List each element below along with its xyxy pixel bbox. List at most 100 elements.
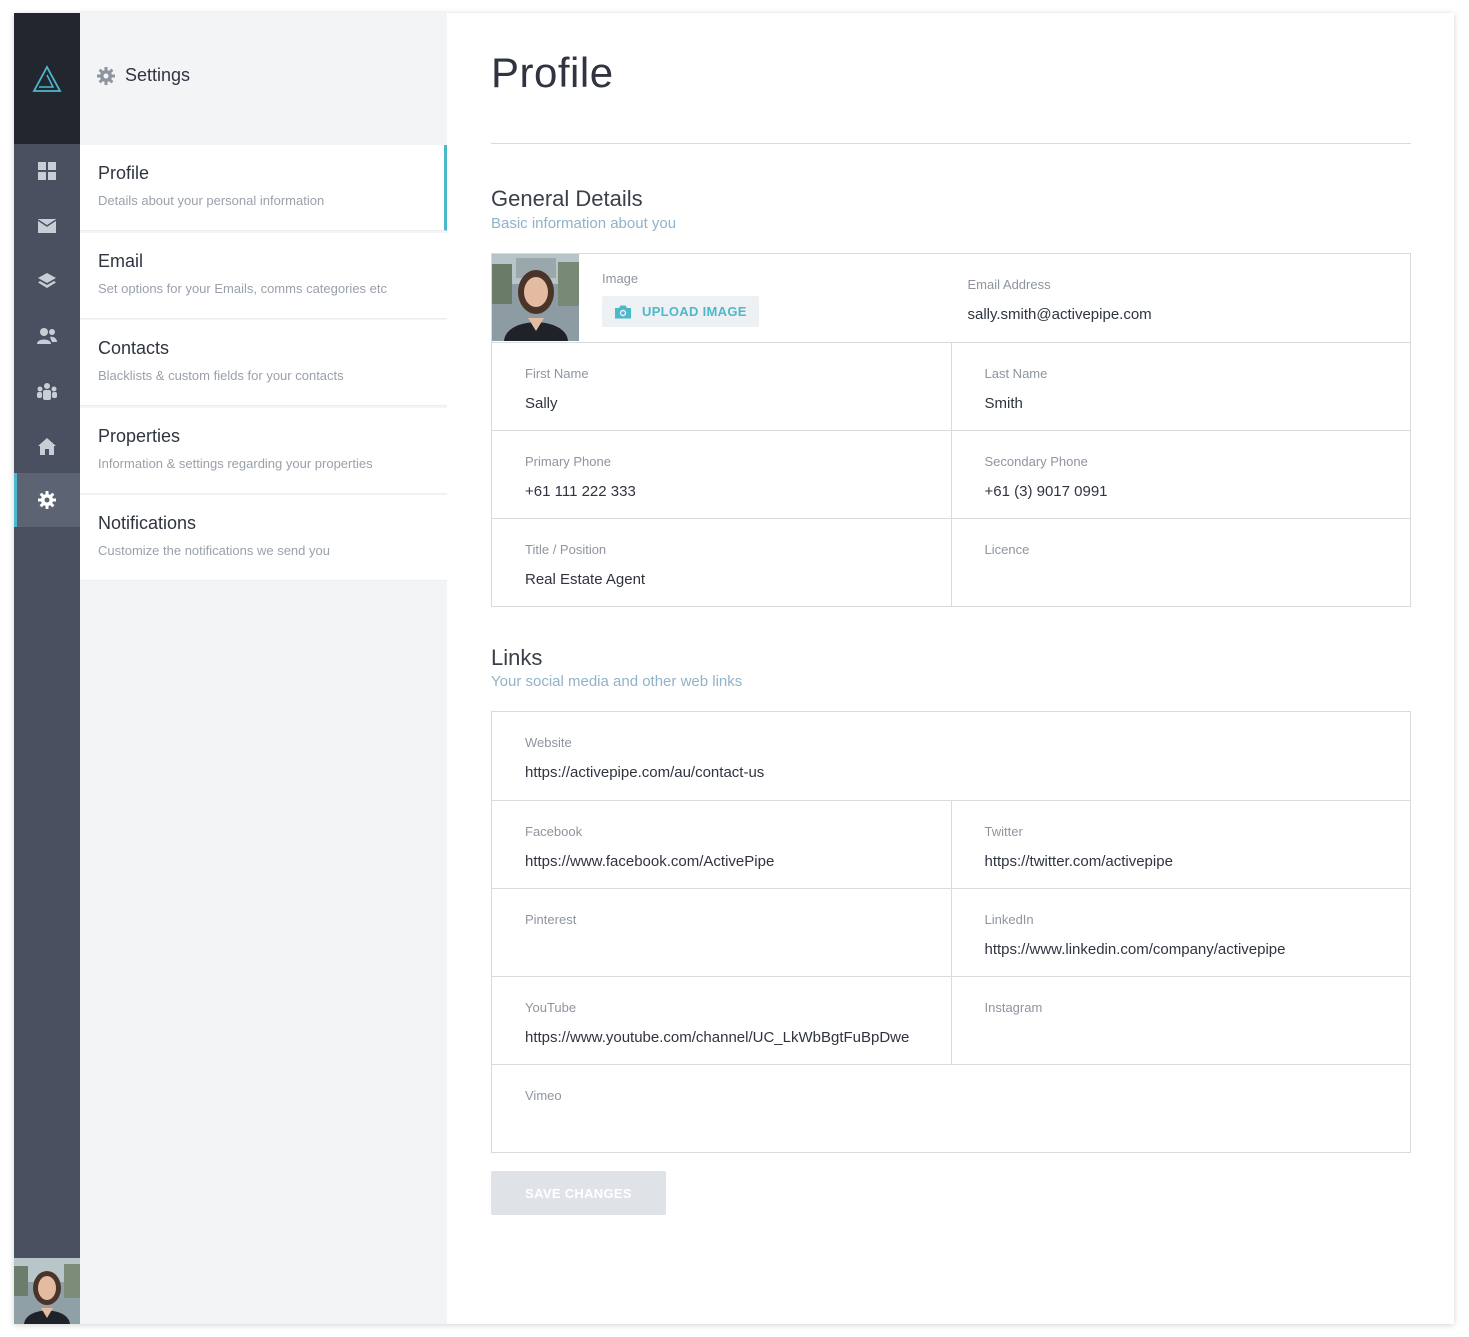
field-label: Website [525,735,572,750]
rail-home[interactable] [14,419,80,473]
form-row: Facebook https://www.facebook.com/Active… [492,800,1410,888]
nav-item-title: Email [98,251,144,271]
divider [491,143,1411,144]
field-label: Pinterest [525,912,577,927]
field-value: Smith [984,395,1023,412]
image-label: Image [602,271,639,286]
form-row: Pinterest LinkedIn https://www.linkedin.… [492,888,1410,976]
settings-header: Settings [97,65,190,86]
field-label: Title / Position [525,542,607,557]
facebook-field[interactable]: Facebook https://www.facebook.com/Active… [492,801,951,888]
form-row: YouTube https://www.youtube.com/channel/… [492,976,1410,1064]
field-value: https://activepipe.com/au/contact-us [525,764,765,781]
form-row: Title / Position Real Estate Agent Licen… [492,518,1410,606]
nav-item-email[interactable]: Email Set options for your Emails, comms… [80,233,447,319]
field-value: Sally [525,395,558,412]
form-row: First Name Sally Last Name Smith [492,342,1410,430]
youtube-field[interactable]: YouTube https://www.youtube.com/channel/… [492,977,951,1064]
nav-item-desc: Information & settings regarding your pr… [98,456,373,471]
field-label: Licence [984,542,1030,557]
field-label: Secondary Phone [984,454,1088,469]
field-label: Last Name [984,366,1048,381]
contacts-icon [37,328,57,344]
nav-item-title: Properties [98,426,181,446]
upload-image-button[interactable]: UPLOAD IMAGE [602,296,759,327]
logo-icon [32,64,62,92]
field-label: Facebook [525,824,583,839]
linkedin-field[interactable]: LinkedIn https://www.linkedin.com/compan… [950,889,1411,976]
nav-item-desc: Blacklists & custom fields for your cont… [98,368,344,383]
form-row: Image UPLOAD IMAGE Email Address sally.s… [492,254,1410,342]
icon-rail [14,13,80,1324]
links-title: Links [491,645,543,670]
field-label: YouTube [525,1000,577,1015]
field-value: +61 (3) 9017 0991 [984,483,1108,500]
rail-mail[interactable] [14,199,80,253]
field-value: Real Estate Agent [525,571,646,588]
image-field: Image UPLOAD IMAGE [492,254,935,342]
avatar[interactable] [14,1258,80,1324]
pinterest-field[interactable]: Pinterest [492,889,951,976]
twitter-field[interactable]: Twitter https://twitter.com/activepipe [950,801,1411,888]
email-field[interactable]: Email Address sally.smith@activepipe.com [935,254,1411,342]
field-label: Twitter [984,824,1023,839]
nav-item-properties[interactable]: Properties Information & settings regard… [80,408,447,494]
nav-item-desc: Customize the notifications we send you [98,543,330,558]
nav-item-desc: Details about your personal information [98,193,325,208]
nav-item-profile[interactable]: Profile Details about your personal info… [80,145,447,231]
rail-layers[interactable] [14,254,80,308]
page-title: Profile [491,49,614,96]
field-value: https://www.linkedin.com/company/activep… [984,941,1286,958]
field-label: First Name [525,366,589,381]
nav-item-title: Profile [98,163,150,183]
gear-icon [38,491,56,509]
app-window: Settings Profile Details about your pers… [14,13,1454,1324]
field-label: Instagram [984,1000,1043,1015]
layers-icon [38,273,56,288]
vimeo-field[interactable]: Vimeo [492,1065,1410,1152]
field-value: +61 111 222 333 [525,483,636,500]
mail-icon [38,219,56,233]
field-value: sally.smith@activepipe.com [967,306,1152,323]
first-name-field[interactable]: First Name Sally [492,343,951,430]
rail-groups[interactable] [14,364,80,418]
rail-dashboard[interactable] [14,144,80,198]
form-row: Vimeo [492,1064,1410,1152]
primary-phone-field[interactable]: Primary Phone +61 111 222 333 [492,431,951,518]
last-name-field[interactable]: Last Name Smith [950,343,1411,430]
user-avatar-image [14,1258,80,1324]
instagram-field[interactable]: Instagram [950,977,1411,1064]
save-changes-button[interactable]: SAVE CHANGES [491,1171,666,1215]
field-label: LinkedIn [984,912,1034,927]
form-row: Primary Phone +61 111 222 333 Secondary … [492,430,1410,518]
links-grid: Website https://activepipe.com/au/contac… [491,711,1411,1153]
gear-icon [97,66,115,85]
field-label: Email Address [967,277,1051,292]
field-value: https://twitter.com/activepipe [984,853,1173,870]
nav-item-notifications[interactable]: Notifications Customize the notification… [80,495,447,581]
general-details-title: General Details [491,186,643,211]
links-subtitle: Your social media and other web links [491,673,743,690]
profile-photo [492,254,579,341]
profile-photo-image [492,254,579,341]
camera-icon [615,305,631,318]
groups-icon [37,383,57,400]
rail-settings[interactable] [14,473,80,527]
nav-item-contacts[interactable]: Contacts Blacklists & custom fields for … [80,320,447,406]
licence-field[interactable]: Licence [950,519,1411,606]
home-icon [38,437,56,455]
position-field[interactable]: Title / Position Real Estate Agent [492,519,951,606]
logo[interactable] [14,13,80,144]
rail-contacts[interactable] [14,309,80,363]
field-label: Primary Phone [525,454,611,469]
website-field[interactable]: Website https://activepipe.com/au/contac… [492,712,1410,800]
secondary-phone-field[interactable]: Secondary Phone +61 (3) 9017 0991 [950,431,1411,518]
form-row: Website https://activepipe.com/au/contac… [492,712,1410,800]
general-details-grid: Image UPLOAD IMAGE Email Address sally.s… [491,253,1411,607]
upload-image-label: UPLOAD IMAGE [642,304,747,319]
field-value: https://www.youtube.com/channel/UC_LkWbB… [525,1029,910,1046]
settings-subnav: Settings Profile Details about your pers… [80,13,447,1324]
field-value: https://www.facebook.com/ActivePipe [525,853,775,870]
main-content: Profile General Details Basic informatio… [447,13,1454,1324]
general-details-subtitle: Basic information about you [491,215,677,232]
